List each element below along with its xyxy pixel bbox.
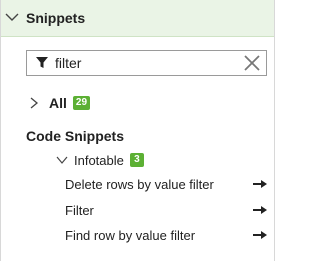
search-box[interactable] xyxy=(26,50,267,76)
snippet-item-filter[interactable]: Filter xyxy=(65,201,267,219)
all-label: All xyxy=(49,95,67,111)
infotable-label: Infotable xyxy=(74,152,124,168)
chevron-right-icon[interactable] xyxy=(29,97,39,109)
arrow-right-icon[interactable] xyxy=(253,179,267,189)
snippets-header[interactable]: Snippets xyxy=(1,0,274,37)
infotable-count-badge: 3 xyxy=(129,153,144,167)
snippet-label: Find row by value filter xyxy=(65,227,196,243)
all-count-badge: 29 xyxy=(72,96,91,110)
chevron-down-icon[interactable] xyxy=(56,155,68,165)
arrow-right-icon[interactable] xyxy=(253,205,267,215)
chevron-down-icon[interactable] xyxy=(5,10,19,24)
snippet-item-find-row-by-value-filter[interactable]: Find row by value filter xyxy=(65,226,267,244)
snippet-label: Delete rows by value filter xyxy=(65,176,214,192)
code-snippets-heading: Code Snippets xyxy=(26,128,125,144)
filter-icon xyxy=(36,57,48,68)
snippet-item-delete-rows-by-value-filter[interactable]: Delete rows by value filter xyxy=(65,175,267,193)
infotable-group-row[interactable]: Infotable 3 xyxy=(56,151,144,169)
snippet-label: Filter xyxy=(65,202,94,218)
all-category-row[interactable]: All 29 xyxy=(29,93,91,113)
arrow-right-icon[interactable] xyxy=(253,230,267,240)
close-icon[interactable] xyxy=(243,54,261,72)
search-input[interactable] xyxy=(55,53,235,73)
snippets-panel: Snippets All 29 Code Snippets Infotable … xyxy=(0,0,275,261)
panel-title: Snippets xyxy=(26,10,86,26)
